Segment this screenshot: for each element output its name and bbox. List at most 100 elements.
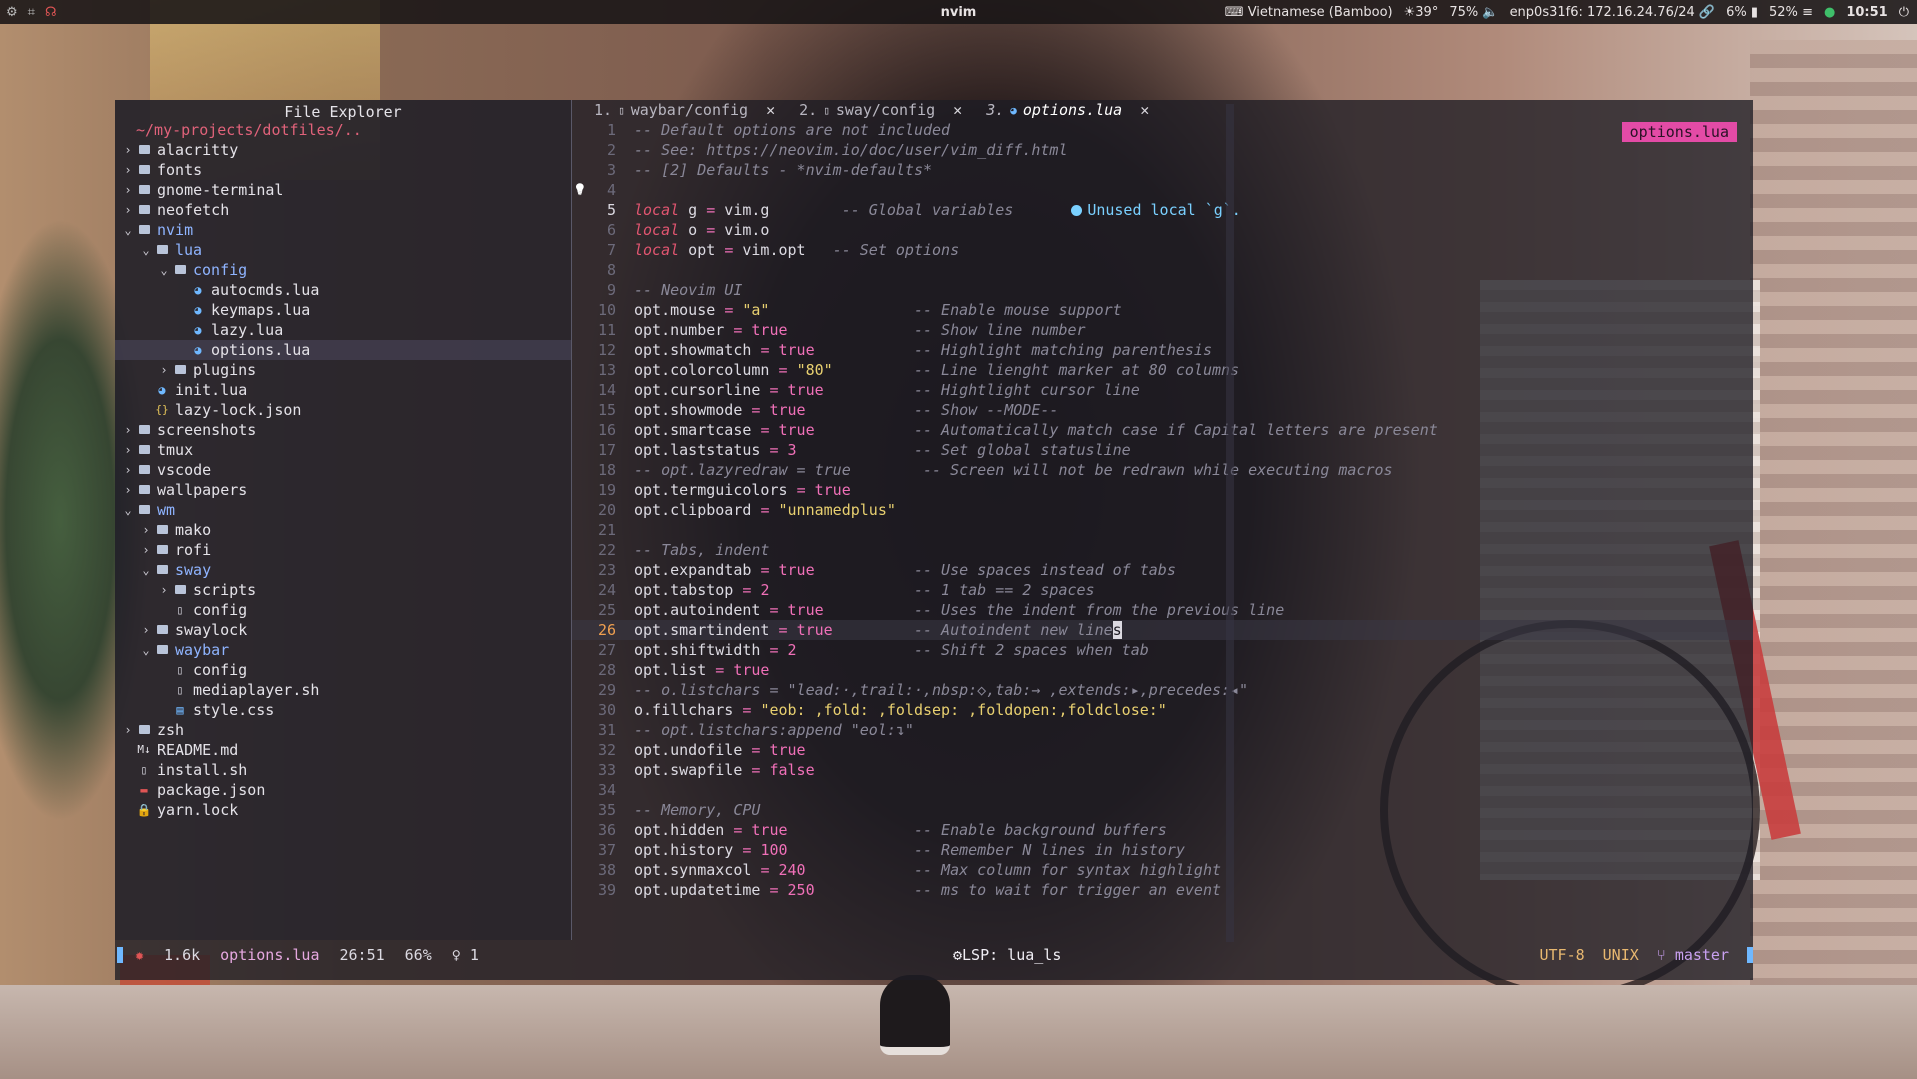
tree-item[interactable]: ⌄ lua [115, 240, 571, 260]
code-line[interactable]: 33 opt.swapfile = false [572, 760, 1753, 780]
code-line[interactable]: 25 opt.autoindent = true -- Uses the inde… [572, 600, 1753, 620]
tree-item[interactable]: › wallpapers [115, 480, 571, 500]
menu-icon: ≡ [1802, 4, 1813, 20]
close-icon[interactable]: ✕ [1140, 101, 1149, 119]
tree-item[interactable]: › vscode [115, 460, 571, 480]
settings-icon[interactable]: ⚙ [6, 5, 18, 20]
tree-item[interactable]: ⌄ sway [115, 560, 571, 580]
tree-item[interactable]: M↓ README.md [115, 740, 571, 760]
code-line[interactable]: 30 o.fillchars = "eob: ,fold: ,foldsep: ,… [572, 700, 1753, 720]
code-line[interactable]: 5 local g = vim.g -- Global variables Unus… [572, 200, 1753, 220]
weather[interactable]: ☀39° [1404, 5, 1439, 20]
tree-item[interactable]: › alacritty [115, 140, 571, 160]
tree-item[interactable]: ▬ package.json [115, 780, 571, 800]
code-line[interactable]: 27 opt.shiftwidth = 2 -- Shift 2 spaces w… [572, 640, 1753, 660]
tree-item[interactable]: ◕ keymaps.lua [115, 300, 571, 320]
keyboard-layout[interactable]: ⌨ Vietnamese (Bamboo) [1225, 5, 1393, 20]
tree-item[interactable]: › fonts [115, 160, 571, 180]
code-editor[interactable]: 1 -- Default options are not included 2 -- … [572, 120, 1753, 940]
code-line[interactable]: 2 -- See: https://neovim.io/doc/user/vim_… [572, 140, 1753, 160]
code-line[interactable]: 24 opt.tabstop = 2 -- 1 tab == 2 spaces [572, 580, 1753, 600]
code-line[interactable]: 34 [572, 780, 1753, 800]
tab-waybar-config[interactable]: 1. ▯ waybar/config ✕ [572, 100, 787, 120]
code-line[interactable]: 32 opt.undofile = true [572, 740, 1753, 760]
tree-item[interactable]: › neofetch [115, 200, 571, 220]
code-line[interactable]: 19 opt.termguicolors = true [572, 480, 1753, 500]
tree-item[interactable]: ⌄ waybar [115, 640, 571, 660]
code-token: opt.hidden [634, 821, 734, 839]
volume[interactable]: 75% 🔈 [1449, 5, 1498, 20]
code-line[interactable]: 39 opt.updatetime = 250 -- ms to wait for… [572, 880, 1753, 900]
headphones-icon[interactable]: ☊ [45, 5, 57, 20]
close-icon[interactable]: ✕ [766, 101, 775, 119]
code-line[interactable]: 31 -- opt.listchars:append "eol:↴" [572, 720, 1753, 740]
line-number: 5 [606, 201, 616, 219]
tree-item[interactable]: › mako [115, 520, 571, 540]
tree-item[interactable]: › zsh [115, 720, 571, 740]
tab-sway-config[interactable]: 2. ▯ sway/config ✕ [787, 100, 974, 120]
code-line[interactable]: 10 opt.mouse = "a" -- Enable mouse suppor… [572, 300, 1753, 320]
code-line[interactable]: 35 -- Memory, CPU [572, 800, 1753, 820]
explorer-path[interactable]: ~/my-projects/dotfiles/.. [115, 120, 571, 140]
code-line[interactable]: 23 opt.expandtab = true -- Use spaces ins… [572, 560, 1753, 580]
code-line[interactable]: 6 local o = vim.o [572, 220, 1753, 240]
tree-item[interactable]: ▯ mediaplayer.sh [115, 680, 571, 700]
code-line[interactable]: 18 -- opt.lazyredraw = true -- Screen wil… [572, 460, 1753, 480]
code-line[interactable]: 29 -- o.listchars = "lead:·,trail:·,nbsp:… [572, 680, 1753, 700]
code-line[interactable]: 4 [572, 180, 1753, 200]
battery[interactable]: 52% ≡ [1769, 5, 1813, 20]
tree-item[interactable]: ◕ autocmds.lua [115, 280, 571, 300]
code-line[interactable]: 37 opt.history = 100 -- Remember N lines … [572, 840, 1753, 860]
cpu[interactable]: 6% ▮ [1726, 5, 1758, 20]
tree-item[interactable]: 🔒 yarn.lock [115, 800, 571, 820]
tree-item[interactable]: ▯ config [115, 600, 571, 620]
tree-item-label: install.sh [157, 761, 248, 779]
tree-item[interactable]: ◕ options.lua [115, 340, 571, 360]
network[interactable]: enp0s31f6: 172.16.24.76/24 🔗 [1510, 5, 1716, 20]
code-line[interactable]: 9 -- Neovim UI [572, 280, 1753, 300]
close-icon[interactable]: ✕ [953, 101, 962, 119]
folder-icon [135, 720, 153, 740]
tree-item[interactable]: ◕ lazy.lua [115, 320, 571, 340]
code-line[interactable]: 7 local opt = vim.opt -- Set options [572, 240, 1753, 260]
code-line[interactable]: 14 opt.cursorline = true -- Hightlight cu… [572, 380, 1753, 400]
tree-item[interactable]: › tmux [115, 440, 571, 460]
code-line[interactable]: 20 opt.clipboard = "unnamedplus" [572, 500, 1753, 520]
tree-item[interactable]: {} lazy-lock.json [115, 400, 571, 420]
code-line[interactable]: 13 opt.colorcolumn = "80" -- Line lienght… [572, 360, 1753, 380]
tree-item[interactable]: › swaylock [115, 620, 571, 640]
tree-item[interactable]: ▯ config [115, 660, 571, 680]
tab-options-lua[interactable]: 3. ◕ options.lua ✕ [974, 100, 1161, 120]
tree-item[interactable]: ⌄ wm [115, 500, 571, 520]
code-line[interactable]: 15 opt.showmode = true -- Show --MODE-- [572, 400, 1753, 420]
code-line[interactable]: 3 -- [2] Defaults - *nvim-defaults* [572, 160, 1753, 180]
tree-item[interactable]: › plugins [115, 360, 571, 380]
code-line[interactable]: 12 opt.showmatch = true -- Highlight matc… [572, 340, 1753, 360]
code-line[interactable]: 22 -- Tabs, indent [572, 540, 1753, 560]
code-line[interactable]: 16 opt.smartcase = true -- Automatically … [572, 420, 1753, 440]
code-line[interactable]: 1 -- Default options are not included [572, 120, 1753, 140]
code-line[interactable]: 11 opt.number = true -- Show line number [572, 320, 1753, 340]
tree-item[interactable]: ◕ init.lua [115, 380, 571, 400]
tree-item[interactable]: ▤ style.css [115, 700, 571, 720]
code-line[interactable]: 8 [572, 260, 1753, 280]
code-line[interactable]: 28 opt.list = true [572, 660, 1753, 680]
code-line[interactable]: 38 opt.synmaxcol = 240 -- Max column for … [572, 860, 1753, 880]
tree-item[interactable]: › gnome-terminal [115, 180, 571, 200]
crop-icon[interactable]: ⌗ [28, 5, 35, 20]
tree-item[interactable]: ⌄ nvim [115, 220, 571, 240]
tray-icon[interactable]: ● [1824, 5, 1835, 20]
code-line[interactable]: 36 opt.hidden = true -- Enable background… [572, 820, 1753, 840]
tree-item[interactable]: ▯ install.sh [115, 760, 571, 780]
folder-icon [135, 460, 153, 480]
tree-item[interactable]: › screenshots [115, 420, 571, 440]
code-line[interactable]: 21 [572, 520, 1753, 540]
code-line[interactable]: 26 opt.smartindent = true -- Autoindent n… [572, 620, 1753, 640]
tree-item[interactable]: ⌄ config [115, 260, 571, 280]
tree-item[interactable]: › scripts [115, 580, 571, 600]
code-text: opt.expandtab = true -- Use spaces inste… [624, 560, 1176, 580]
power-icon[interactable]: ⏻ [1899, 5, 1909, 20]
code-line[interactable]: 17 opt.laststatus = 3 -- Set global statu… [572, 440, 1753, 460]
lightbulb-icon[interactable]: 💡 [573, 183, 587, 196]
tree-item[interactable]: › rofi [115, 540, 571, 560]
